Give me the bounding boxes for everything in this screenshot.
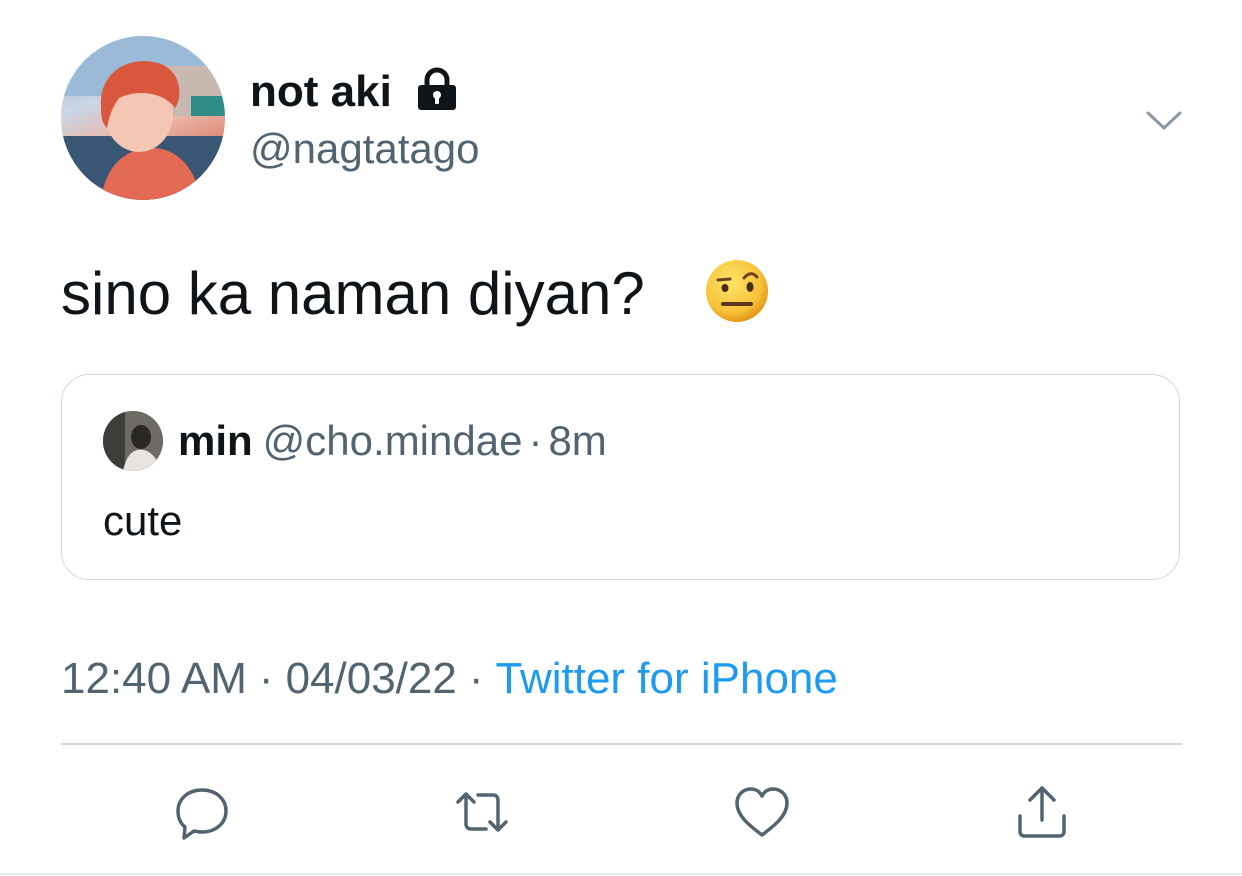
author-display-name[interactable]: not aki — [250, 66, 392, 118]
quoted-tweet-header: min @cho.mindae · 8m — [178, 415, 607, 467]
quoted-tweet-time: 8m — [548, 417, 607, 464]
separator-dot: · — [528, 417, 543, 464]
face-with-raised-eyebrow-icon — [706, 260, 768, 322]
reply-icon — [176, 788, 228, 840]
tweet-date[interactable]: 04/03/22 — [286, 654, 457, 703]
quoted-tweet-text: cute — [103, 497, 183, 544]
quoted-author-name: min — [178, 417, 253, 464]
chevron-down-icon[interactable] — [1144, 100, 1184, 140]
lock-icon — [418, 67, 456, 110]
tweet-source-link[interactable]: Twitter for iPhone — [496, 654, 838, 703]
tweet-time[interactable]: 12:40 AM — [61, 654, 247, 703]
tweet-detail: not aki @nagtatago sino ka naman diyan? — [0, 0, 1242, 876]
retweet-button[interactable] — [450, 780, 514, 844]
divider — [61, 743, 1182, 745]
quoted-avatar-photo — [103, 411, 163, 471]
share-icon — [1018, 786, 1066, 838]
reply-button[interactable] — [170, 780, 234, 844]
quoted-author-avatar[interactable] — [103, 411, 163, 471]
retweet-icon — [456, 792, 508, 832]
share-button[interactable] — [1010, 780, 1074, 844]
bottom-divider — [0, 873, 1242, 875]
tweet-text: sino ka naman diyan? — [61, 260, 645, 327]
tweet-meta: 12:40 AM · 04/03/22 · Twitter for iPhone — [61, 652, 838, 706]
heart-icon — [735, 787, 789, 837]
author-handle[interactable]: @nagtatago — [250, 124, 479, 174]
separator-dot: · — [468, 654, 484, 703]
avatar-photo — [61, 36, 225, 200]
quoted-tweet-card[interactable]: min @cho.mindae · 8m cute — [61, 374, 1180, 580]
separator-dot: · — [258, 654, 274, 703]
quoted-author-handle: @cho.mindae — [262, 417, 523, 464]
like-button[interactable] — [730, 780, 794, 844]
author-avatar[interactable] — [61, 36, 225, 200]
